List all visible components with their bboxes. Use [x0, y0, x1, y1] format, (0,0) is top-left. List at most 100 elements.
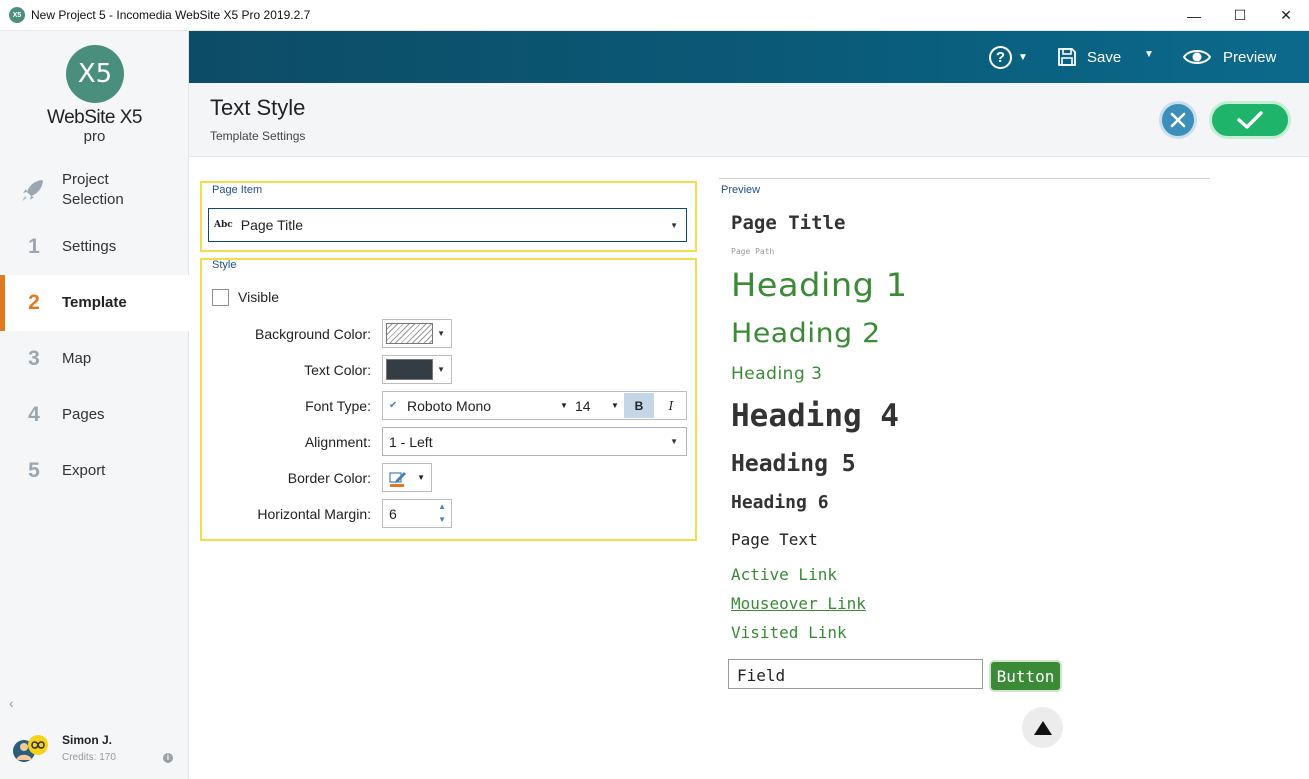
sidebar-item-pages[interactable]: 4 Pages — [0, 387, 189, 443]
preview-heading-1: Heading 1 — [731, 266, 908, 304]
visible-checkbox[interactable] — [212, 289, 229, 306]
preview-section-label: Preview — [721, 184, 761, 196]
style-group-label: Style — [212, 259, 237, 271]
sidebar-label-line2: Selection — [62, 191, 124, 208]
bold-toggle[interactable]: B — [624, 393, 654, 418]
close-icon — [1170, 112, 1186, 128]
italic-toggle[interactable]: I — [656, 393, 686, 418]
ok-button[interactable] — [1209, 101, 1291, 139]
background-color-swatch — [386, 323, 433, 344]
preview-heading-4: Heading 4 — [731, 398, 899, 434]
chevron-down-icon: ▼ — [670, 437, 678, 446]
chevron-down-icon: ▼ — [417, 473, 425, 482]
minimize-button[interactable]: — — [1171, 0, 1217, 31]
chevron-down-icon[interactable]: ▼ — [611, 401, 619, 410]
chevron-down-icon[interactable]: ▼ — [560, 401, 568, 410]
step-number: 4 — [28, 403, 40, 426]
horizontal-margin-label: Horizontal Margin: — [257, 506, 371, 522]
maximize-button[interactable]: ☐ — [1217, 0, 1263, 31]
sidebar-item-label: Pages — [62, 406, 105, 423]
save-options-chevron-icon[interactable]: ▼ — [1144, 49, 1154, 60]
border-color-label: Border Color: — [287, 470, 371, 486]
help-icon: ? — [989, 45, 1012, 69]
text-color-picker[interactable]: ▼ — [382, 355, 452, 384]
check-icon: ✔ — [389, 400, 398, 411]
preview-heading-2: Heading 2 — [731, 318, 881, 349]
preview-button-sample: Button — [989, 660, 1062, 692]
preview-field: Field — [728, 659, 983, 689]
chevron-down-icon: ▼ — [437, 329, 445, 338]
page-item-group-label: Page Item — [212, 184, 263, 196]
preview-label: Preview — [1223, 48, 1277, 66]
chevron-down-icon: ▼ — [437, 365, 445, 374]
border-color-picker[interactable]: ▼ — [382, 463, 432, 492]
sidebar-label-line1: Project — [62, 171, 109, 188]
logo-edition: pro — [83, 128, 106, 145]
alignment-value: 1 - Left — [389, 433, 433, 450]
preview-mouseover-link: Mouseover Link — [731, 594, 866, 613]
user-credits: Credits: 170 — [62, 752, 116, 763]
sidebar-item-label: Project Selection — [62, 170, 124, 210]
preview-divider — [719, 178, 1210, 179]
step-number: 5 — [28, 459, 40, 482]
page-item-select[interactable]: Abc Page Title ▼ — [208, 208, 687, 242]
close-button[interactable]: ✕ — [1263, 0, 1309, 31]
scroll-to-top-button[interactable] — [1022, 707, 1063, 748]
logo-mark: X5 — [66, 45, 124, 103]
preview-heading-5: Heading 5 — [731, 451, 856, 477]
sidebar-item-template[interactable]: 2 Template — [0, 275, 189, 331]
user-panel[interactable]: Simon J. Credits: 170 i — [0, 721, 189, 779]
chevron-down-icon: ▼ — [1018, 51, 1028, 63]
logo: X5 WebSite X5 pro — [0, 31, 189, 161]
preview-visited-link: Visited Link — [731, 623, 847, 642]
eye-icon — [1183, 50, 1211, 64]
background-color-picker[interactable]: ▼ — [382, 319, 452, 348]
step-number: 3 — [28, 347, 40, 370]
sidebar-item-project-selection[interactable]: Project Selection — [0, 161, 189, 219]
save-button[interactable]: Save — [1057, 45, 1121, 69]
window-controls: — ☐ ✕ — [1171, 0, 1309, 31]
alignment-label: Alignment: — [304, 434, 371, 450]
page-header: Text Style Template Settings — [189, 83, 1309, 157]
save-label: Save — [1087, 48, 1122, 66]
step-number: 2 — [28, 291, 40, 314]
preview-heading-3: Heading 3 — [731, 364, 823, 384]
alignment-select[interactable]: 1 - Left ▼ — [382, 427, 687, 456]
preview-heading-6: Heading 6 — [731, 492, 829, 513]
info-icon[interactable]: i — [163, 753, 173, 763]
page-title: Text Style — [210, 95, 306, 120]
visible-label: Visible — [238, 289, 279, 305]
page-subtitle: Template Settings — [210, 129, 306, 143]
preview-button[interactable]: Preview — [1183, 45, 1276, 69]
app-icon: X5 — [9, 7, 25, 23]
page-item-value: Page Title — [240, 217, 304, 233]
background-color-label: Background Color: — [255, 326, 371, 342]
rocket-icon — [22, 180, 43, 201]
horizontal-margin-stepper[interactable]: 6 ▲ ▼ — [382, 499, 452, 528]
cancel-button[interactable] — [1159, 101, 1197, 139]
text-color-swatch — [386, 359, 433, 380]
font-name-select[interactable]: Roboto Mono — [407, 398, 491, 414]
user-avatar-icon — [13, 735, 48, 762]
window-titlebar: X5 New Project 5 - Incomedia WebSite X5 … — [0, 0, 1309, 31]
increment-icon[interactable]: ▲ — [438, 502, 446, 511]
text-color-label: Text Color: — [304, 362, 371, 378]
sidebar: X5 WebSite X5 pro Project Selection 1 Se… — [0, 31, 189, 779]
help-menu-button[interactable]: ? ▼ — [989, 45, 1028, 69]
sidebar-item-label: Template — [62, 294, 127, 311]
border-color-icon — [389, 472, 406, 487]
preview-active-link: Active Link — [731, 565, 837, 584]
font-size-select[interactable]: 14 — [575, 398, 591, 414]
sidebar-item-export[interactable]: 5 Export — [0, 443, 189, 499]
sidebar-item-label: Export — [62, 462, 106, 479]
checkmark-icon — [1237, 111, 1263, 129]
window-title: New Project 5 - Incomedia WebSite X5 Pro… — [31, 8, 311, 22]
text-style-icon: Abc — [214, 220, 233, 230]
triangle-up-icon — [1033, 720, 1052, 735]
sidebar-item-settings[interactable]: 1 Settings — [0, 219, 189, 275]
decrement-icon[interactable]: ▼ — [438, 515, 446, 524]
preview-page-path: Page Path — [731, 247, 775, 256]
collapse-sidebar-icon[interactable]: ‹ — [9, 695, 14, 711]
sidebar-item-map[interactable]: 3 Map — [0, 331, 189, 387]
horizontal-margin-value: 6 — [389, 506, 397, 522]
